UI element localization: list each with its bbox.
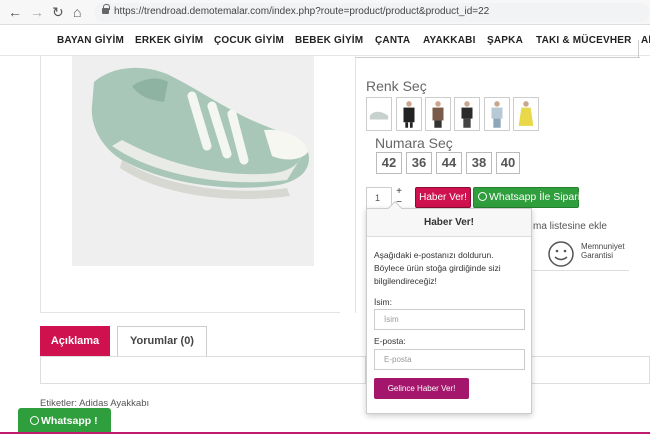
whatsapp-float-button[interactable]: Whatsapp ! (18, 408, 111, 434)
name-field-label: İsim: (374, 297, 392, 307)
color-swatch-light-blue[interactable] (484, 97, 510, 131)
size-option-40[interactable]: 40 (496, 152, 520, 174)
guarantee-line-2: Garantisi (581, 251, 614, 260)
yellow-dress-thumb-icon (518, 101, 534, 126)
color-swatch-plaid[interactable] (425, 97, 451, 131)
color-select-title: Renk Seç (366, 78, 427, 94)
home-icon[interactable]: ⌂ (73, 3, 81, 21)
whatsapp-order-label: Whatsapp İle Sipariş (489, 191, 586, 203)
menu-item-ayakkabi[interactable]: AYAKKABI (423, 35, 476, 46)
light-blue-outfit-thumb-icon (491, 101, 503, 128)
sneaker-illustration (91, 67, 309, 199)
whatsapp-icon (478, 192, 487, 201)
option-field-edge-right (638, 40, 639, 58)
whatsapp-order-button[interactable]: Whatsapp İle Sipariş (473, 187, 585, 208)
satisfaction-guarantee: Memnuniyet Garantisi (581, 242, 625, 260)
popover-description: Aşağıdaki e-postanızı doldurun. Böylece … (374, 250, 501, 286)
add-to-compare-link[interactable]: ma listesine ekle (533, 221, 607, 232)
page: ← → ↻ ⌂ https://trendroad.demotemalar.co… (0, 0, 650, 434)
size-option-42[interactable]: 42 (376, 152, 402, 174)
notify-popover: Haber Ver! Aşağıdaki e-postanızı dolduru… (366, 200, 532, 414)
email-field-label: E-posta: (374, 336, 406, 346)
tab-content-panel-right (532, 356, 650, 384)
size-option-44[interactable]: 44 (436, 152, 462, 174)
option-field-edge (356, 56, 640, 58)
menu-item-bayan-giyim[interactable]: BAYAN GİYİM (57, 35, 124, 46)
dark-top-thumb-icon (461, 101, 473, 128)
tab-content-panel (40, 356, 366, 384)
lock-icon (102, 4, 110, 14)
notify-me-button[interactable]: Haber Ver! (415, 187, 471, 208)
color-swatch-shoe[interactable] (366, 97, 392, 131)
color-swatch-yellow[interactable] (513, 97, 539, 131)
menu-item-more[interactable]: Ak (641, 35, 650, 46)
menu-item-erkek-giyim[interactable]: ERKEK GİYİM (135, 35, 203, 46)
color-swatch-black-jacket[interactable] (396, 97, 422, 131)
tab-description[interactable]: Açıklama (40, 326, 110, 356)
shoe-thumb-icon (369, 111, 389, 120)
quantity-increase-button[interactable]: + (394, 187, 404, 197)
product-image[interactable] (72, 56, 314, 266)
color-swatch-dark-top[interactable] (454, 97, 480, 131)
url-text: https://trendroad.demotemalar.com/index.… (114, 6, 490, 17)
guarantee-divider (533, 270, 629, 271)
email-input[interactable]: E-posta (374, 349, 525, 370)
whatsapp-float-icon (30, 416, 39, 425)
guarantee-line-1: Memnuniyet (581, 242, 625, 251)
main-menu: BAYAN GİYİM ERKEK GİYİM ÇOCUK GİYİM BEBE… (0, 25, 650, 56)
smiley-icon (548, 241, 574, 267)
notify-submit-button[interactable]: Gelince Haber Ver! (374, 378, 469, 399)
size-option-38[interactable]: 38 (466, 152, 492, 174)
name-input[interactable]: İsim (374, 309, 525, 330)
menu-item-cocuk-giyim[interactable]: ÇOCUK GİYİM (214, 35, 284, 46)
size-option-36[interactable]: 36 (406, 152, 432, 174)
plaid-shirt-thumb-icon (432, 101, 444, 128)
reload-icon[interactable]: ↻ (52, 3, 64, 21)
address-bar[interactable]: https://trendroad.demotemalar.com/index.… (94, 3, 650, 22)
quantity-input[interactable]: 1 (366, 187, 392, 209)
popover-title: Haber Ver! (367, 209, 531, 237)
menu-item-taki-mucevher[interactable]: TAKI & MÜCEVHER (536, 35, 632, 46)
tab-reviews[interactable]: Yorumlar (0) (117, 326, 207, 356)
browser-toolbar: ← → ↻ ⌂ https://trendroad.demotemalar.co… (0, 0, 650, 25)
black-jacket-thumb-icon (403, 101, 415, 128)
menu-item-bebek-giyim[interactable]: BEBEK GİYİM (295, 35, 363, 46)
back-icon[interactable]: ← (8, 3, 22, 21)
menu-item-sapka[interactable]: ŞAPKA (487, 35, 523, 46)
whatsapp-float-label: Whatsapp ! (41, 415, 98, 427)
panel-divider (355, 56, 356, 313)
menu-item-canta[interactable]: ÇANTA (375, 35, 410, 46)
size-select-title: Numara Seç (375, 135, 453, 151)
forward-icon[interactable]: → (30, 3, 44, 21)
